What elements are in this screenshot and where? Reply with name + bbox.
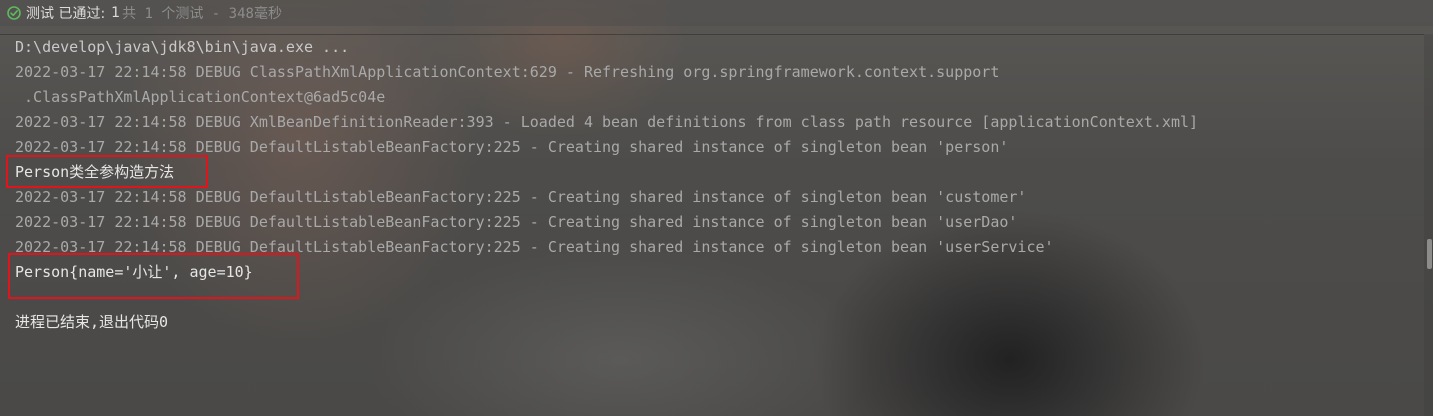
highlight-box-person-output bbox=[8, 253, 299, 299]
ide-run-panel: 测试 已通过: 1 共 1 个测试 - 348毫秒 D:\develop\jav… bbox=[0, 0, 1433, 416]
highlight-box-constructor bbox=[6, 155, 208, 188]
console-line-debug: 2022-03-17 22:14:58 DEBUG ClassPathXmlAp… bbox=[15, 63, 1000, 81]
check-circle-icon bbox=[6, 5, 22, 21]
console-line-exit: 进程已结束,退出代码0 bbox=[15, 313, 169, 331]
console-line-debug: 2022-03-17 22:14:58 DEBUG XmlBeanDefinit… bbox=[15, 113, 1199, 131]
tests-passed-label: 测试 已通过: bbox=[26, 6, 106, 22]
console-scrollbar[interactable] bbox=[1424, 34, 1433, 416]
test-status-bar: 测试 已通过: 1 共 1 个测试 - 348毫秒 bbox=[0, 0, 1433, 26]
console-output[interactable]: D:\develop\java\jdk8\bin\java.exe ... 20… bbox=[0, 34, 1424, 416]
console-line-debug: 2022-03-17 22:14:58 DEBUG DefaultListabl… bbox=[15, 138, 1009, 156]
tests-summary: 共 1 个测试 - 348毫秒 bbox=[122, 6, 282, 22]
console-line-debug: 2022-03-17 22:14:58 DEBUG DefaultListabl… bbox=[15, 213, 1018, 231]
console-line-debug: 2022-03-17 22:14:58 DEBUG DefaultListabl… bbox=[15, 188, 1027, 206]
console-line-command: D:\develop\java\jdk8\bin\java.exe ... bbox=[15, 38, 350, 56]
scrollbar-thumb[interactable] bbox=[1427, 239, 1432, 269]
tests-passed-count: 1 bbox=[111, 5, 121, 21]
console-line-debug: .ClassPathXmlApplicationContext@6ad5c04e bbox=[15, 88, 386, 106]
